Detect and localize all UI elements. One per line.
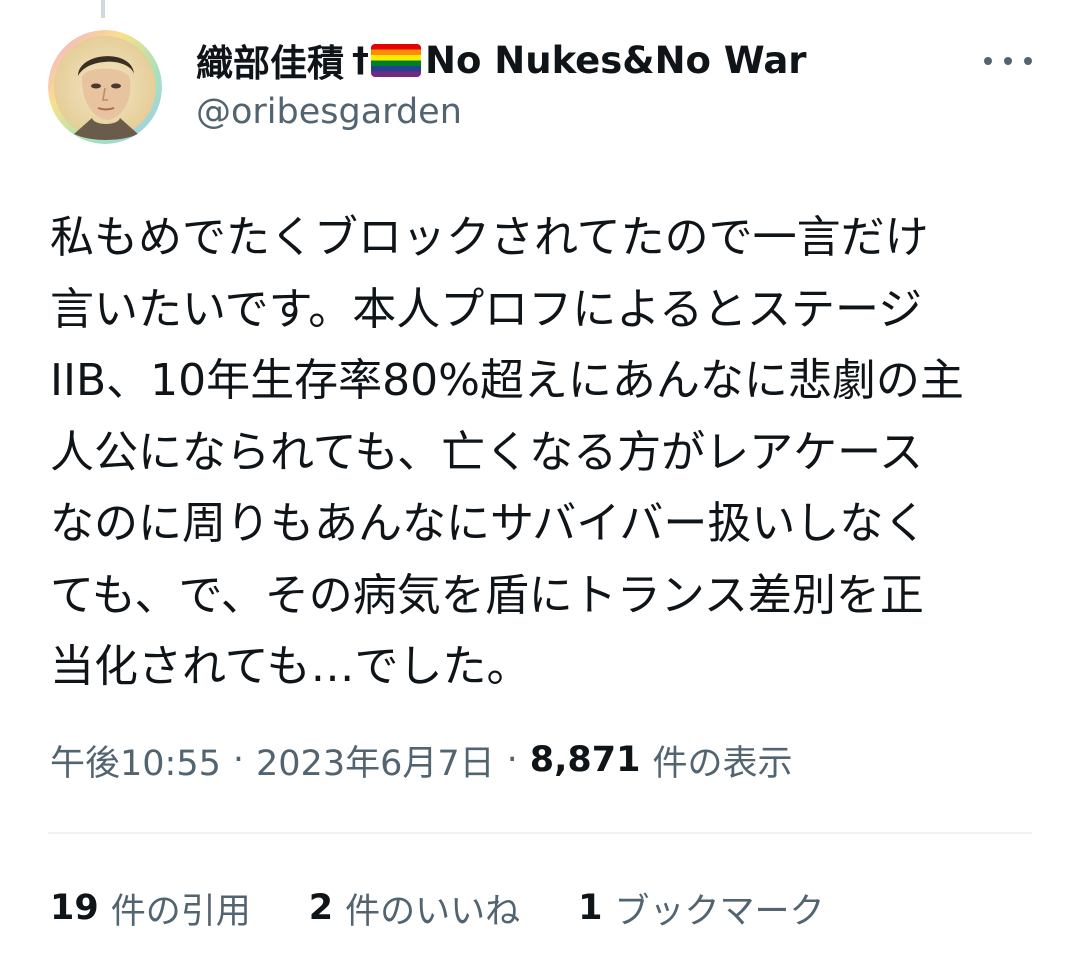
tweet-text-line: なのに周りもあんなにサバイバー扱いしなく — [50, 498, 928, 549]
more-dots-icon — [1004, 57, 1012, 65]
tweet-time[interactable]: 午後10:55 — [50, 735, 221, 786]
quotes-label: 件の引用 — [110, 891, 251, 932]
tweet-date[interactable]: 2023年6月7日 — [256, 735, 495, 786]
tweet-detail: 織部佳積 † No Nukes&No War @oribesgarden 私もめ… — [0, 0, 1080, 956]
rainbow-flag-icon — [371, 43, 421, 77]
tweet-text-line: 人公になられても、亡くなる方がレアケース — [50, 426, 923, 478]
tweet-text-line: ても、で、その病気を盾にトランス差別を正 — [50, 569, 924, 621]
author-name-row[interactable]: 織部佳積 † No Nukes&No War — [196, 33, 807, 87]
meta-separator: · — [506, 740, 518, 780]
author-name-suffix: No Nukes&No War — [425, 38, 807, 82]
author-display-name[interactable]: 織部佳積 — [196, 33, 344, 87]
more-options-button[interactable] — [984, 45, 1032, 77]
tweet-text-line: IIB、10年生存率80%超えにあんなに悲劇の主 — [50, 355, 964, 406]
bookmarks-count: 1 — [578, 888, 603, 928]
avatar-portrait-illustration-icon — [48, 30, 162, 144]
bookmarks-stat[interactable]: 1 ブックマーク — [578, 883, 824, 934]
more-dots-icon — [1024, 57, 1032, 65]
likes-stat[interactable]: 2 件のいいね — [309, 883, 520, 934]
quotes-stat[interactable]: 19 件の引用 — [50, 883, 251, 934]
quotes-count: 19 — [50, 888, 99, 928]
author-handle[interactable]: @oribesgarden — [196, 92, 462, 132]
divider — [48, 832, 1032, 834]
tweet-text: 私もめでたくブロックされてたので一言だけ 言いたいです。本人プロフによるとステー… — [50, 202, 1030, 703]
likes-count: 2 — [308, 888, 334, 928]
thread-connector-line — [101, 0, 105, 18]
tweet-text-line: 当化されても…でした。 — [50, 641, 531, 692]
views-label: 件の表示 — [652, 743, 793, 784]
views-count: 8,871 — [529, 740, 641, 780]
tweet-meta: 午後10:55 · 2023年6月7日 · 8,871 件の表示 — [50, 735, 793, 785]
author-name-dagger: † — [352, 40, 369, 80]
engagement-stats: 19 件の引用 2 件のいいね 1 ブックマーク — [50, 884, 882, 932]
likes-label: 件のいいね — [345, 891, 521, 932]
avatar[interactable] — [48, 30, 162, 144]
more-dots-icon — [984, 57, 992, 65]
tweet-text-line: 私もめでたくブロックされてたので一言だけ — [50, 212, 929, 263]
meta-separator: · — [232, 740, 245, 780]
tweet-text-line: 言いたいです。本人プロフによるとステージ — [50, 283, 923, 335]
bookmarks-label: ブックマーク — [614, 891, 825, 932]
